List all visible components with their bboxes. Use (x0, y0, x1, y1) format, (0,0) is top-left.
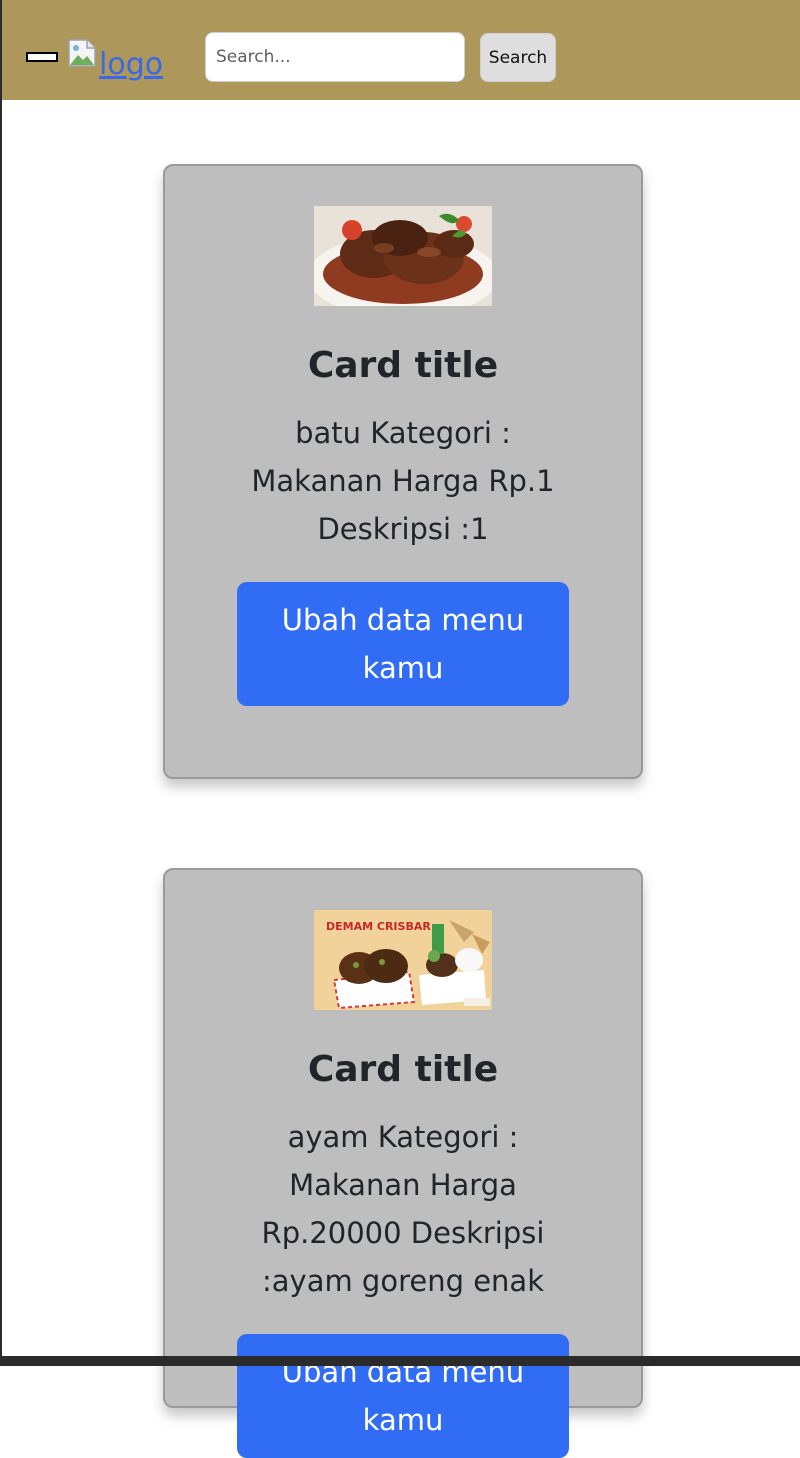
logo-link[interactable]: logo (67, 39, 164, 82)
menu-card: DEMAM CRISBAR Card title ayam Kategori :… (163, 868, 643, 1458)
card-text: batu Kategori : Makanan Harga Rp.1 Deskr… (251, 416, 555, 546)
image-text-demam: DEMAM CRISBAR (326, 920, 431, 933)
card-text: ayam Kategori : Makanan Harga Rp.20000 D… (261, 1120, 545, 1298)
edit-menu-button[interactable]: Ubah data menu kamu (237, 582, 569, 706)
food-image (314, 206, 492, 306)
search-button[interactable]: Search (480, 33, 556, 82)
window-bottom-edge (0, 1356, 800, 1366)
search-input[interactable] (205, 32, 465, 82)
edit-menu-button[interactable]: Ubah data menu kamu (237, 1334, 569, 1458)
navbar: logo Search (0, 0, 800, 100)
hamburger-menu-icon[interactable] (26, 52, 58, 62)
card-title: Card title (307, 345, 499, 386)
logo-alt-text: logo (99, 47, 164, 82)
food-image: DEMAM CRISBAR (314, 910, 492, 1010)
broken-image-icon (68, 39, 96, 67)
menu-card: Card title batu Kategori : Makanan Harga… (163, 164, 643, 779)
window-left-edge (0, 0, 2, 1366)
card-title: Card title (307, 1049, 499, 1090)
